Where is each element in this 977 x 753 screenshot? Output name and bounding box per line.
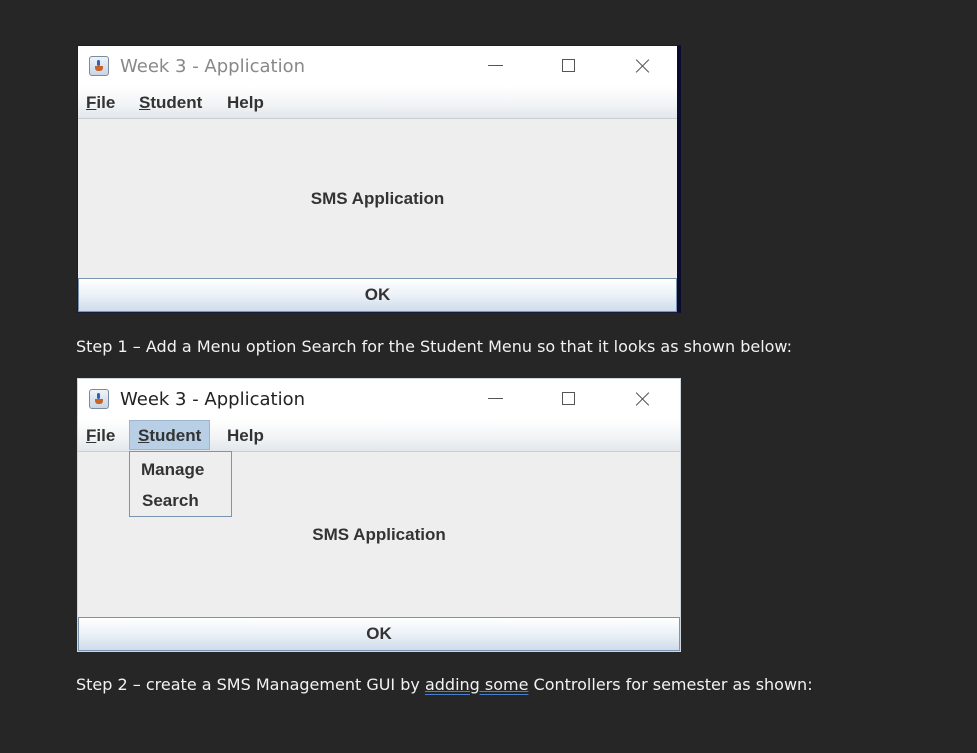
menu-file[interactable]: File [78,423,123,449]
menu-bar: File Student Help [78,86,677,119]
application-window-2: Week 3 - Application File Student Help S… [77,378,681,652]
menu-help[interactable]: Help [219,423,272,449]
step1-text: Step 1 – Add a Menu option Search for th… [76,337,793,356]
menu-item-search[interactable]: Search [142,491,199,511]
menu-file[interactable]: File [78,90,123,116]
menu-bar: File Student Help [78,419,680,452]
menu-file-mnemonic: F [86,426,97,445]
ok-button[interactable]: OK [78,278,677,312]
step2-text-start: Step 2 – create a SMS Management GUI by [76,675,425,694]
menu-file-mnemonic: F [86,93,97,112]
menu-item-manage[interactable]: Manage [141,460,204,480]
title-bar[interactable]: Week 3 - Application [78,46,677,86]
minimize-icon[interactable] [482,52,512,80]
menu-student-mnemonic: S [138,426,150,445]
menu-file-label: ile [96,426,116,445]
sms-application-label: SMS Application [310,189,445,208]
menu-student-mnemonic: S [139,93,151,112]
close-icon[interactable] [629,385,659,413]
java-app-icon [89,56,109,76]
menu-help[interactable]: Help [219,90,272,116]
application-window-1: Week 3 - Application File Student Help S… [77,45,681,313]
sms-application-label: SMS Application [312,525,446,544]
window-title: Week 3 - Application [120,56,306,77]
maximize-icon[interactable] [555,385,585,413]
step2-text: Step 2 – create a SMS Management GUI by … [76,675,813,694]
menu-student-selected[interactable]: Student [129,420,211,450]
step2-text-end: Controllers for semester as shown: [528,675,813,694]
minimize-icon[interactable] [482,385,512,413]
student-menu-popup: Manage Search [129,451,232,517]
menu-student-label: tudent [150,93,203,112]
maximize-icon[interactable] [555,52,585,80]
title-bar[interactable]: Week 3 - Application [78,379,680,419]
window-title: Week 3 - Application [120,389,306,410]
menu-student[interactable]: Student [131,90,210,116]
spellcheck-underlined-text: adding some [424,675,529,694]
java-app-icon [89,389,109,409]
ok-button[interactable]: OK [78,617,680,651]
menu-file-label: ile [96,93,116,112]
close-icon[interactable] [629,52,659,80]
menu-student-label: tudent [149,426,202,445]
